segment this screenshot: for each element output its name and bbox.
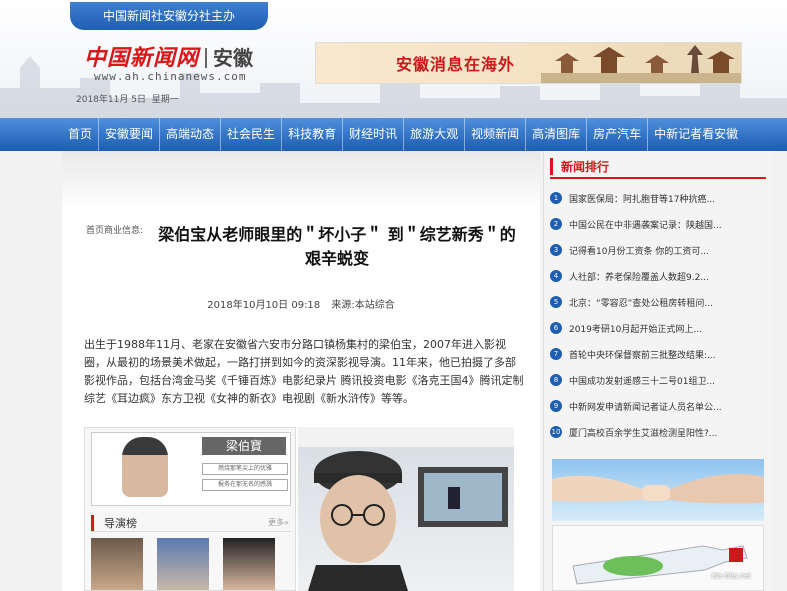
site-header: 中国新闻社安徽分社主办 中国新闻网 安徽 www.ah.chinanews.com… bbox=[0, 0, 787, 118]
ranking-item-title: 国家医保局：阿扎胞苷等17种抗癌... bbox=[569, 194, 716, 205]
logo-region: 安徽 bbox=[213, 46, 254, 70]
sidebar: 新闻排行 1 国家医保局：阿扎胞苷等17种抗癌... 2 中国公民在中非遇袭案记录：陕… bbox=[543, 151, 773, 591]
article-source: 来源:本站综合 bbox=[331, 300, 395, 311]
nav-item-9[interactable]: 高清图库 bbox=[526, 118, 588, 151]
name-card-line-1: 燃烧那笔尖上的优雅 bbox=[202, 463, 288, 475]
ranking-item-title: 北京：“零容忍”查处公租房转租问... bbox=[569, 298, 713, 309]
sidebar-ad-1[interactable] bbox=[552, 459, 764, 521]
breadcrumb[interactable]: 首页商业信息: bbox=[86, 223, 143, 236]
logo-divider bbox=[205, 48, 208, 68]
ranking-item-title: 中新网发申请新闻记者证人员名单公... bbox=[569, 402, 722, 413]
site-logo[interactable]: 中国新闻网 安徽 bbox=[84, 40, 253, 72]
logo-text: 中国新闻网 bbox=[84, 45, 200, 71]
article-panel: 首页商业信息: 梁伯宝从老师眼里的＂坏小子＂ 到＂综艺新秀＂的艰辛蜕变 2018… bbox=[62, 151, 540, 591]
article-body: 出生于1988年11月、老家在安徽省六安市分路口镇杨集村的梁伯宝，2007年进入… bbox=[84, 338, 524, 405]
ranking-item-title: 首轮中央环保督察前三批整改结果:... bbox=[569, 350, 716, 361]
name-card-title: 梁伯寶 bbox=[202, 437, 286, 455]
ranking-number-badge: 10 bbox=[550, 426, 562, 438]
news-ranking-list: 1 国家医保局：阿扎胞苷等17种抗癌... 2 中国公民在中非遇袭案记录：陕越国...… bbox=[550, 185, 766, 445]
ranking-item[interactable]: 10 厦门高校百余学生艾滋检测呈阳性?... bbox=[550, 419, 766, 445]
ranking-number-badge: 9 bbox=[550, 400, 562, 412]
ranking-item[interactable]: 2 中国公民在中非遇袭案记录：陕越国... bbox=[550, 211, 766, 237]
ranking-number-badge: 6 bbox=[550, 322, 562, 334]
ranking-number-badge: 4 bbox=[550, 270, 562, 282]
nav-item-6[interactable]: 财经时讯 bbox=[343, 118, 405, 151]
bottle-image bbox=[572, 545, 748, 585]
ranking-item[interactable]: 6 2019考研10月起开始正式网上... bbox=[550, 315, 766, 341]
ranking-item-title: 中国公民在中非遇袭案记录：陕越国... bbox=[569, 220, 722, 231]
ranking-number-badge: 2 bbox=[550, 218, 562, 230]
nav-item-10[interactable]: 房产汽车 bbox=[587, 118, 649, 151]
ranking-number-badge: 5 bbox=[550, 296, 562, 308]
director-ranking-more-link[interactable]: 更多» bbox=[268, 517, 289, 528]
weekday-text: 星期一 bbox=[151, 95, 179, 105]
nav-item-11[interactable]: 中新记者看安徽 bbox=[648, 118, 744, 151]
header-date: 2018年11月 5日 星期一 bbox=[76, 92, 179, 105]
ranking-item-title: 人社部：养老保险覆盖人数超9.2... bbox=[569, 272, 709, 283]
article-datetime: 2018年10月10日 09:18 bbox=[207, 300, 321, 311]
director-thumb-3[interactable] bbox=[223, 538, 275, 590]
director-thumb-2[interactable] bbox=[157, 538, 209, 590]
logo-url: www.ah.chinanews.com bbox=[94, 70, 247, 83]
article-meta: 2018年10月10日 09:18 来源:本站综合 bbox=[62, 296, 540, 311]
ranking-item[interactable]: 3 记得看10月份工资条 你的工资可... bbox=[550, 237, 766, 263]
director-ranking-header: 导演榜 更多» bbox=[91, 514, 291, 532]
ranking-number-badge: 8 bbox=[550, 374, 562, 386]
director-photo bbox=[298, 427, 514, 591]
portrait-image bbox=[122, 437, 168, 497]
nav-item-8[interactable]: 视频新闻 bbox=[465, 118, 527, 151]
ranking-item-title: 厦门高校百余学生艾滋检测呈阳性?... bbox=[569, 428, 718, 439]
ranking-number-badge: 3 bbox=[550, 244, 562, 256]
news-ranking-header: 新闻排行 bbox=[550, 157, 766, 179]
director-thumb-1[interactable] bbox=[91, 538, 143, 590]
nav-item-7[interactable]: 旅游大观 bbox=[404, 118, 466, 151]
nav-item-2[interactable]: 安徽要闻 bbox=[99, 118, 161, 151]
ranking-number-badge: 1 bbox=[550, 192, 562, 204]
ranking-number-badge: 7 bbox=[550, 348, 562, 360]
article-headline: 梁伯宝从老师眼里的＂坏小子＂ 到＂综艺新秀＂的艰辛蜕变 bbox=[158, 225, 516, 268]
hands-image bbox=[552, 473, 764, 504]
date-text: 2018年11月 5日 bbox=[76, 95, 146, 105]
watermark-text: ida-bbs.net bbox=[711, 572, 751, 580]
banner-pagoda-image bbox=[541, 45, 741, 83]
nav-item-4[interactable]: 社会民生 bbox=[221, 118, 283, 151]
ranking-item[interactable]: 1 国家医保局：阿扎胞苷等17种抗癌... bbox=[550, 185, 766, 211]
ranking-item-title: 中国成功发射遥感三十二号01组卫... bbox=[569, 376, 716, 387]
news-ranking-title: 新闻排行 bbox=[550, 158, 609, 175]
main-nav: 首页 安徽要闻 高端动态 社会民生 科技教育 财经时讯 旅游大观 视频新闻 高清图库 房产汽车 中新… bbox=[0, 118, 787, 151]
host-org-tab: 中国新闻社安徽分社主办 bbox=[70, 2, 268, 30]
nav-item-5[interactable]: 科技教育 bbox=[282, 118, 344, 151]
ranking-item-title: 2019考研10月起开始正式网上... bbox=[569, 324, 702, 335]
ranking-item[interactable]: 5 北京：“零容忍”查处公租房转租问... bbox=[550, 289, 766, 315]
name-card-line-2: 报务在那无名的感溅 bbox=[202, 479, 288, 491]
header-banner[interactable]: 安徽消息在海外 bbox=[315, 42, 742, 84]
article-photo-right bbox=[298, 427, 514, 591]
ranking-item[interactable]: 9 中新网发申请新闻记者证人员名单公... bbox=[550, 393, 766, 419]
article-photo-left: 梁伯寶 燃烧那笔尖上的优雅 报务在那无名的感溅 导演榜 更多» bbox=[84, 427, 296, 591]
ranking-item[interactable]: 4 人社部：养老保险覆盖人数超9.2... bbox=[550, 263, 766, 289]
banner-text: 安徽消息在海外 bbox=[396, 55, 516, 74]
director-ranking-title: 导演榜 bbox=[91, 515, 137, 531]
nav-item-1[interactable]: 首页 bbox=[62, 118, 100, 151]
ranking-item[interactable]: 8 中国成功发射遥感三十二号01组卫... bbox=[550, 367, 766, 393]
sidebar-ad-2[interactable]: ida-bbs.net bbox=[552, 525, 764, 591]
ranking-item-title: 记得看10月份工资条 你的工资可... bbox=[569, 246, 709, 257]
name-card: 梁伯寶 燃烧那笔尖上的优雅 报务在那无名的感溅 bbox=[91, 432, 291, 506]
ranking-item[interactable]: 7 首轮中央环保督察前三批整改结果:... bbox=[550, 341, 766, 367]
nav-item-3[interactable]: 高端动态 bbox=[160, 118, 222, 151]
